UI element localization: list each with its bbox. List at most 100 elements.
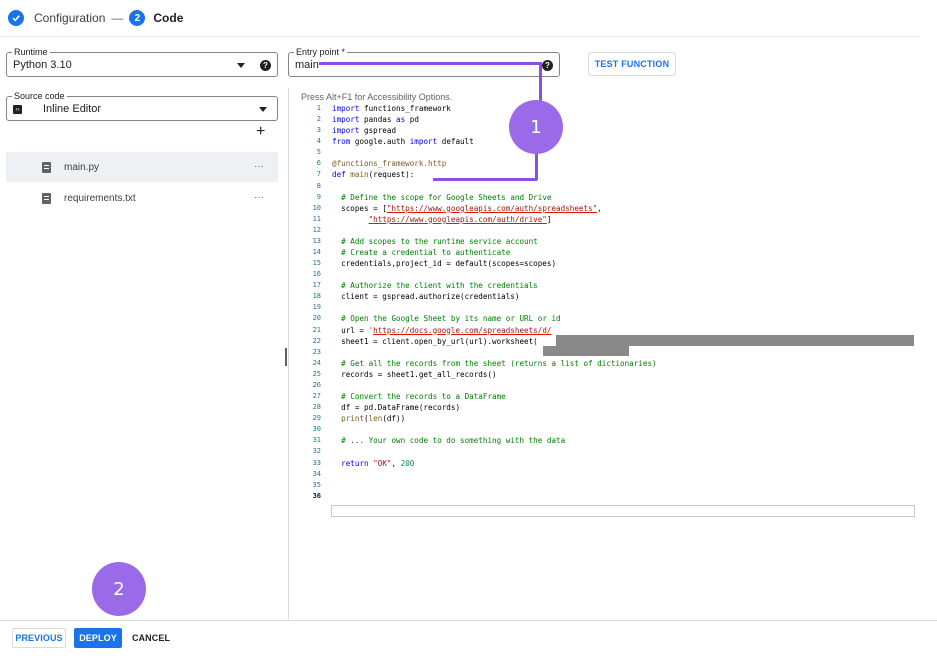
code-icon: ‹› <box>13 105 22 114</box>
line-number: 7 <box>316 170 321 179</box>
code-line: 21 url = 'https://docs.google.com/spread… <box>300 325 657 336</box>
line-number: 2 <box>316 115 321 124</box>
code-line: 14 # Create a credential to authenticate <box>300 247 657 258</box>
line-number: 18 <box>312 292 321 301</box>
line-number: 20 <box>312 314 321 323</box>
code-line: 5 <box>300 147 657 158</box>
code-line: 6 @functions_framework.http <box>300 158 657 169</box>
more-icon[interactable]: ··· <box>254 192 264 203</box>
code-line: 18 client = gspread.authorize(credential… <box>300 291 657 302</box>
code-line: 15 credentials,project_id = default(scop… <box>300 258 657 269</box>
stepper: Configuration — 2 Code <box>8 8 183 28</box>
line-number: 31 <box>312 436 321 445</box>
line-number: 24 <box>312 358 321 367</box>
code-line: 10 scopes = ["https://www.googleapis.com… <box>300 203 657 214</box>
step-configuration[interactable]: Configuration <box>34 11 105 25</box>
code-line: 2 import pandas as pd <box>300 114 657 125</box>
more-icon[interactable]: ··· <box>254 161 264 172</box>
code-line: 17 # Authorize the client with the crede… <box>300 280 657 291</box>
line-number: 10 <box>312 203 321 212</box>
footer-divider <box>0 620 937 621</box>
redacted-block <box>543 346 629 356</box>
line-number: 26 <box>312 380 321 389</box>
add-file-button[interactable]: + <box>256 124 265 140</box>
line-number: 34 <box>312 469 321 478</box>
entry-point-value[interactable]: main <box>295 59 319 71</box>
deploy-button[interactable]: DEPLOY <box>74 628 122 648</box>
runtime-label: Runtime <box>12 46 50 58</box>
code-line: 27 # Convert the records to a DataFrame <box>300 391 657 402</box>
code-line: 9 # Define the scope for Google Sheets a… <box>300 192 657 203</box>
code-editor[interactable]: 1 import functions_framework 2 import pand… <box>300 103 657 502</box>
line-number: 1 <box>316 104 321 112</box>
line-number: 9 <box>316 192 321 201</box>
code-line: 31 # ... Your own code to do something w… <box>300 435 657 446</box>
source-code-label: Source code <box>12 90 67 102</box>
code-line: 28 df = pd.DataFrame(records) <box>300 402 657 413</box>
runtime-value: Python 3.10 <box>13 59 72 71</box>
code-line: 16 <box>300 269 657 280</box>
line-number: 29 <box>312 414 321 423</box>
file-name: requirements.txt <box>64 192 136 204</box>
line-number: 32 <box>312 447 321 456</box>
test-function-button[interactable]: TEST FUNCTION <box>588 52 676 76</box>
line-number: 13 <box>312 236 321 245</box>
cancel-button[interactable]: CANCEL <box>128 628 174 648</box>
step-number-badge: 2 <box>129 10 146 26</box>
entry-point-label: Entry point * <box>294 46 348 58</box>
help-icon[interactable]: ? <box>260 60 271 71</box>
code-line: 13 # Add scopes to the runtime service a… <box>300 236 657 247</box>
file-item-main-py[interactable]: main.py ··· <box>6 152 278 182</box>
code-line: 26 <box>300 380 657 391</box>
help-icon[interactable]: ? <box>542 60 553 71</box>
panel-divider <box>288 88 289 620</box>
current-line-highlight <box>331 505 915 517</box>
line-number: 17 <box>312 281 321 290</box>
line-number: 22 <box>312 336 321 345</box>
file-item-requirements-txt[interactable]: requirements.txt ··· <box>6 183 278 213</box>
line-number: 11 <box>312 214 321 223</box>
code-line: 1 import functions_framework <box>300 103 657 114</box>
annotation-badge-2: 2 <box>92 562 146 616</box>
check-icon <box>8 10 24 26</box>
line-number: 5 <box>316 148 321 157</box>
code-line: 32 <box>300 446 657 457</box>
line-number: 36 <box>312 491 321 500</box>
code-line: 33 return "OK", 200 <box>300 458 657 469</box>
accessibility-hint: Press Alt+F1 for Accessibility Options. <box>301 92 453 102</box>
line-number: 12 <box>312 225 321 234</box>
line-number: 15 <box>312 259 321 268</box>
line-number: 16 <box>312 270 321 279</box>
redacted-block <box>556 335 914 346</box>
file-name: main.py <box>64 161 100 173</box>
step-code: Code <box>153 11 184 25</box>
source-code-value: Inline Editor <box>43 103 102 115</box>
annotation-badge-1: 1 <box>509 100 563 154</box>
file-icon <box>42 192 51 204</box>
step-separator: — <box>111 11 124 25</box>
line-number: 8 <box>316 181 321 190</box>
resize-handle[interactable] <box>285 348 287 366</box>
annotation-line <box>319 62 541 65</box>
line-number: 27 <box>312 392 321 401</box>
line-number: 30 <box>312 425 321 434</box>
code-line: 30 <box>300 424 657 435</box>
header-divider <box>0 36 920 37</box>
code-line: 36 <box>300 491 657 502</box>
line-number: 23 <box>312 347 321 356</box>
code-line: 8 <box>300 181 657 192</box>
line-number: 19 <box>312 303 321 312</box>
code-line: 12 <box>300 225 657 236</box>
line-number: 6 <box>316 159 321 168</box>
file-icon <box>42 161 51 173</box>
line-number: 4 <box>316 137 321 146</box>
line-number: 35 <box>312 480 321 489</box>
code-line: 25 records = sheet1.get_all_records() <box>300 369 657 380</box>
code-line: 29 print(len(df)) <box>300 413 657 424</box>
code-line: 11 "https://www.googleapis.com/auth/driv… <box>300 214 657 225</box>
runtime-select[interactable]: Runtime Python 3.10 ? <box>6 46 278 77</box>
code-line: 19 <box>300 302 657 313</box>
previous-button[interactable]: PREVIOUS <box>12 628 66 648</box>
code-line: 24 # Get all the records from the sheet … <box>300 358 657 369</box>
source-code-select[interactable]: Source code ‹› Inline Editor <box>6 90 278 121</box>
